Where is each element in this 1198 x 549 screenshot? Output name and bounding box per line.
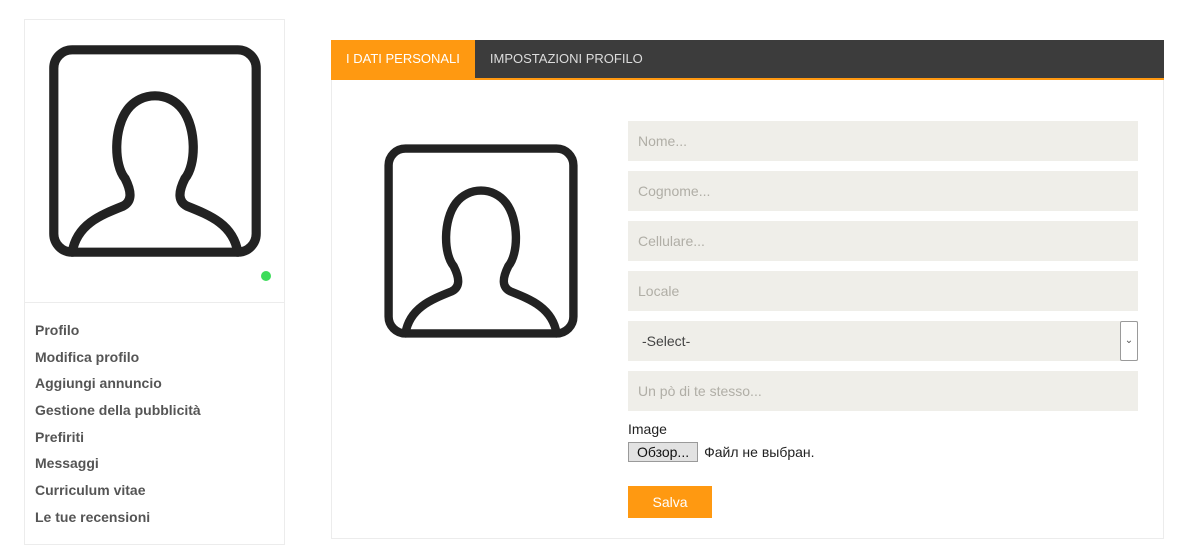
tab-dati-personali[interactable]: I DATI PERSONALI (331, 40, 475, 78)
user-silhouette-icon (384, 144, 578, 338)
profile-panel: I DATI PERSONALI IMPOSTAZIONI PROFILO No… (331, 40, 1164, 539)
menu-item-prefiriti[interactable]: Prefiriti (35, 424, 284, 451)
file-upload: Обзор... Файл не выбран. (628, 442, 1138, 462)
sidebar-avatar (25, 20, 284, 303)
tab-impostazioni-profilo[interactable]: IMPOSTAZIONI PROFILO (475, 40, 658, 78)
user-silhouette-icon (49, 45, 261, 257)
browse-button[interactable]: Обзор... (628, 442, 699, 462)
menu-item-recensioni[interactable]: Le tue recensioni (35, 504, 284, 531)
menu-item-profilo[interactable]: Profilo (35, 317, 284, 344)
menu-item-messaggi[interactable]: Messaggi (35, 450, 284, 477)
chevron-down-icon[interactable]: ⌄ (1120, 321, 1138, 361)
about-input[interactable]: Un pò di te stesso... (628, 371, 1138, 411)
select-dropdown[interactable]: -Select- ⌄ (628, 321, 1138, 361)
personal-data-form: Nome... Cognome... Cellulare... Locale -… (628, 121, 1138, 518)
select-value: -Select- (642, 333, 691, 349)
sidebar-menu: Profilo Modifica profilo Aggiungi annunc… (25, 303, 284, 531)
save-button[interactable]: Salva (628, 486, 712, 518)
menu-item-gestione-pubblicita[interactable]: Gestione della pubblicità (35, 397, 284, 424)
file-status: Файл не выбран. (704, 444, 815, 460)
menu-item-curriculum-vitae[interactable]: Curriculum vitae (35, 477, 284, 504)
locale-input[interactable]: Locale (628, 271, 1138, 311)
online-status-dot (261, 271, 271, 281)
phone-input[interactable]: Cellulare... (628, 221, 1138, 261)
image-label: Image (628, 421, 667, 437)
tab-bar: I DATI PERSONALI IMPOSTAZIONI PROFILO (331, 40, 1164, 80)
menu-item-modifica-profilo[interactable]: Modifica profilo (35, 344, 284, 371)
name-input[interactable]: Nome... (628, 121, 1138, 161)
profile-sidebar: Profilo Modifica profilo Aggiungi annunc… (24, 19, 285, 545)
surname-input[interactable]: Cognome... (628, 171, 1138, 211)
menu-item-aggiungi-annuncio[interactable]: Aggiungi annuncio (35, 370, 284, 397)
